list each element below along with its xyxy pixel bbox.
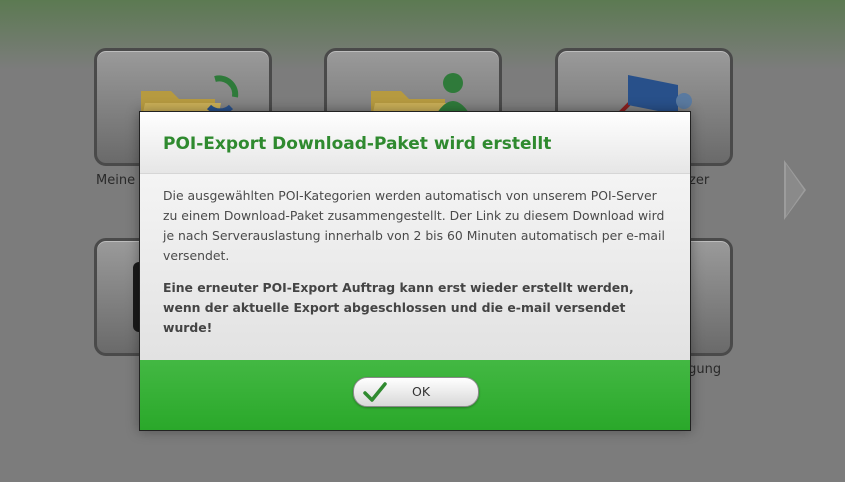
ok-button[interactable]: OK: [353, 377, 479, 407]
dialog-header: POI-Export Download-Paket wird erstellt: [140, 112, 690, 174]
dialog-title: POI-Export Download-Paket wird erstellt: [163, 134, 552, 154]
dialog-message: Die ausgewählten POI-Kategorien werden a…: [163, 188, 665, 263]
tile-label-meine: Meine: [96, 173, 136, 188]
dialog-body: Die ausgewählten POI-Kategorien werden a…: [140, 174, 690, 360]
dialog-footer: OK: [140, 360, 690, 430]
next-arrow-icon[interactable]: [784, 160, 806, 220]
checkmark-icon: [363, 382, 387, 402]
tile-label-zer: zer: [689, 173, 710, 188]
export-dialog: POI-Export Download-Paket wird erstellt …: [139, 111, 691, 431]
dialog-notice: Eine erneuter POI-Export Auftrag kann er…: [163, 280, 634, 335]
ok-label: OK: [412, 384, 431, 399]
